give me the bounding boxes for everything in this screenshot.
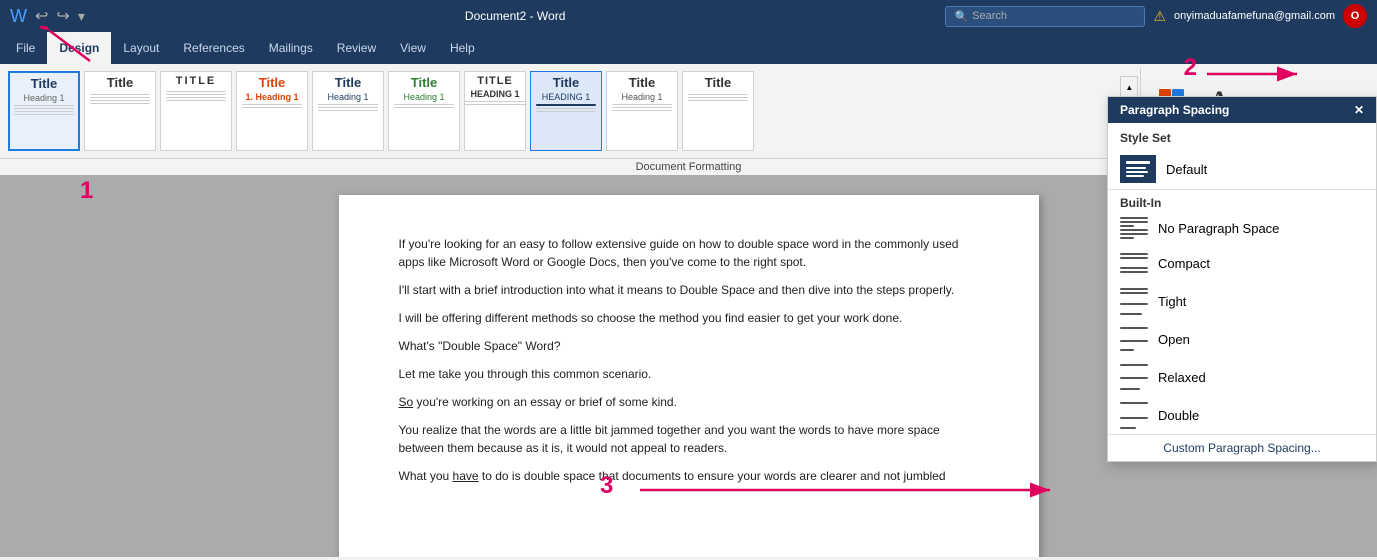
word-icon[interactable]: W xyxy=(10,6,27,27)
search-placeholder: Search xyxy=(972,10,1007,22)
annotation-3: 3 xyxy=(600,472,613,500)
double-label: Double xyxy=(1158,408,1199,423)
custom-spacing-button[interactable]: Custom Paragraph Spacing... xyxy=(1108,434,1376,461)
no-space-icon xyxy=(1120,217,1148,239)
style-title-1: Title xyxy=(31,76,58,91)
style-title-6: Title xyxy=(411,75,438,90)
style-set-label: Style Set xyxy=(1108,123,1376,149)
style-item-8[interactable]: Title HEADING 1 xyxy=(530,71,602,151)
customize-btn[interactable]: ▾ xyxy=(78,8,85,25)
gallery-up[interactable]: ▲ xyxy=(1120,76,1138,98)
style-title-8: Title xyxy=(553,75,580,90)
spacing-option-tight[interactable]: Tight xyxy=(1108,282,1376,320)
tab-layout[interactable]: Layout xyxy=(111,32,171,64)
custom-spacing-label: Custom Paragraph Spacing... xyxy=(1163,441,1320,455)
style-title-3: TITLE xyxy=(176,75,217,87)
user-avatar: O xyxy=(1343,4,1367,28)
paragraph-2: I'll start with a brief introduction int… xyxy=(399,281,979,299)
style-item-10[interactable]: Title xyxy=(682,71,754,151)
paragraph-5: Let me take you through this common scen… xyxy=(399,365,979,383)
style-subtitle-8: HEADING 1 xyxy=(542,92,591,102)
style-title-5: Title xyxy=(335,75,362,90)
tab-view[interactable]: View xyxy=(388,32,438,64)
user-email: onyimaduafamefuna@gmail.com xyxy=(1174,10,1335,22)
undo-btn[interactable]: ↩ xyxy=(35,6,48,26)
spacing-option-relaxed[interactable]: Relaxed xyxy=(1108,358,1376,396)
tight-label: Tight xyxy=(1158,294,1186,309)
title-bar-center: Document2 - Word xyxy=(85,9,946,23)
paragraph-6: So you're working on an essay or brief o… xyxy=(399,393,979,411)
tab-review[interactable]: Review xyxy=(325,32,388,64)
compact-icon xyxy=(1120,249,1148,277)
style-subtitle-5: Heading 1 xyxy=(327,92,368,102)
relaxed-icon xyxy=(1120,363,1148,391)
dropdown-title: Paragraph Spacing xyxy=(1120,103,1229,117)
paragraph-1: If you're looking for an easy to follow … xyxy=(399,235,979,271)
ribbon-tabs: File Design Layout References Mailings R… xyxy=(0,32,1377,64)
style-item-4[interactable]: Title 1. Heading 1 xyxy=(236,71,308,151)
style-subtitle-1: Heading 1 xyxy=(23,93,64,103)
style-item-1[interactable]: Title Heading 1 xyxy=(8,71,80,151)
tab-references[interactable]: References xyxy=(171,32,256,64)
style-title-10: Title xyxy=(705,75,732,90)
default-style-icon xyxy=(1124,158,1152,180)
open-label: Open xyxy=(1158,332,1190,347)
style-item-7[interactable]: TITLE HEADING 1 xyxy=(464,71,526,151)
tight-icon xyxy=(1120,287,1148,315)
paragraph-3: I will be offering different methods so … xyxy=(399,309,979,327)
ribbon-content: Title Heading 1 Title TITLE xyxy=(0,64,1377,158)
style-subtitle-4: 1. Heading 1 xyxy=(245,92,298,102)
style-item-3[interactable]: TITLE xyxy=(160,71,232,151)
search-box[interactable]: 🔍 Search xyxy=(945,6,1145,27)
style-title-9: Title xyxy=(629,75,656,90)
annotation-1: 1 xyxy=(80,177,93,205)
redo-btn[interactable]: ↪ xyxy=(56,6,69,26)
style-item-6[interactable]: Title Heading 1 xyxy=(388,71,460,151)
style-subtitle-9: Heading 1 xyxy=(621,92,662,102)
default-label: Default xyxy=(1166,162,1207,177)
builtin-label: Built-In xyxy=(1108,189,1376,212)
double-icon xyxy=(1120,401,1148,429)
title-bar: W ↩ ↪ ▾ Document2 - Word 🔍 Search ⚠ onyi… xyxy=(0,0,1377,32)
underline-so: So xyxy=(399,395,414,409)
underline-have: have xyxy=(453,469,479,483)
style-title-4: Title xyxy=(259,75,286,90)
warning-icon: ⚠ xyxy=(1153,8,1166,25)
default-icon xyxy=(1120,155,1156,183)
style-title-7: TITLE xyxy=(477,75,513,87)
title-bar-left: W ↩ ↪ ▾ xyxy=(10,6,85,27)
style-item-2[interactable]: Title xyxy=(84,71,156,151)
tab-file[interactable]: File xyxy=(4,32,47,64)
tab-design[interactable]: Design xyxy=(47,32,111,64)
default-option[interactable]: Default xyxy=(1108,149,1376,189)
search-icon: 🔍 xyxy=(954,10,968,23)
relaxed-label: Relaxed xyxy=(1158,370,1206,385)
arrow-3 xyxy=(630,475,1060,505)
spacing-option-double[interactable]: Double xyxy=(1108,396,1376,434)
style-subtitle-6: Heading 1 xyxy=(403,92,444,102)
style-subtitle-7: HEADING 1 xyxy=(470,89,519,99)
style-item-5[interactable]: Title Heading 1 xyxy=(312,71,384,151)
paragraph-4: What's "Double Space" Word? xyxy=(399,337,979,355)
style-item-9[interactable]: Title Heading 1 xyxy=(606,71,678,151)
compact-label: Compact xyxy=(1158,256,1210,271)
dropdown-header: Paragraph Spacing ✕ xyxy=(1108,97,1376,123)
arrow-2 xyxy=(1197,59,1317,89)
title-bar-right: 🔍 Search ⚠ onyimaduafamefuna@gmail.com O xyxy=(945,4,1367,28)
paragraph-spacing-dropdown: Paragraph Spacing ✕ Style Set Default xyxy=(1107,96,1377,462)
spacing-option-no-space[interactable]: No Paragraph Space xyxy=(1108,212,1376,244)
tab-help[interactable]: Help xyxy=(438,32,487,64)
annotation-2: 2 xyxy=(1184,54,1197,82)
paragraph-7: You realize that the words are a little … xyxy=(399,421,979,457)
spacing-option-compact[interactable]: Compact xyxy=(1108,244,1376,282)
style-gallery: Title Heading 1 Title TITLE xyxy=(0,68,1118,154)
dropdown-close[interactable]: ✕ xyxy=(1354,103,1364,117)
spacing-option-open[interactable]: Open xyxy=(1108,320,1376,358)
open-icon xyxy=(1120,325,1148,353)
document-title: Document2 - Word xyxy=(465,9,565,23)
style-title-2: Title xyxy=(107,75,134,90)
no-space-label: No Paragraph Space xyxy=(1158,221,1279,236)
tab-mailings[interactable]: Mailings xyxy=(257,32,325,64)
